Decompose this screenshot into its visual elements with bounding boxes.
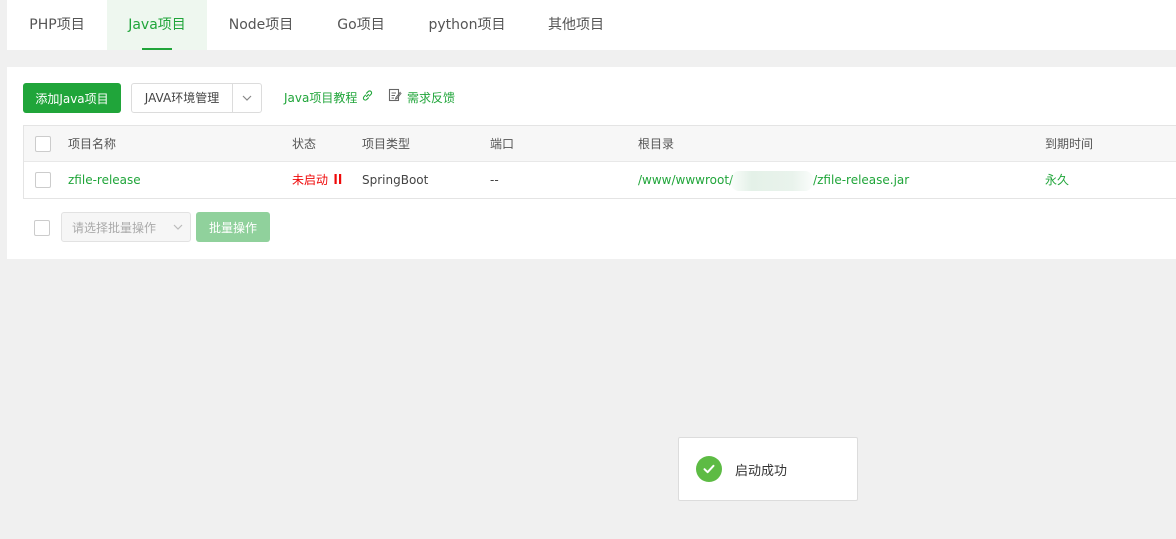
pause-icon: [334, 162, 342, 198]
select-all-checkbox[interactable]: [35, 136, 51, 152]
tab-php[interactable]: PHP项目: [7, 0, 107, 50]
tab-python[interactable]: python项目: [407, 0, 527, 50]
col-name-header: 项目名称: [68, 137, 117, 151]
col-status-header: 状态: [292, 137, 317, 151]
toast-message: 启动成功: [735, 463, 788, 479]
project-name-link[interactable]: zfile-release: [68, 162, 141, 198]
redacted-segment: [731, 170, 814, 191]
project-type-value: SpringBoot: [362, 173, 429, 187]
project-type-tabs: PHP项目 Java项目 Node项目 Go项目 python项目 其他项目: [7, 0, 1176, 50]
root-path-prefix: /www/wwwroot/: [638, 173, 734, 187]
java-project-panel: 添加Java项目 JAVA环境管理 Java项目教程 需求反馈 项目名称 状态 …: [7, 67, 1176, 259]
add-java-project-button[interactable]: 添加Java项目: [23, 83, 121, 113]
java-tutorial-link[interactable]: Java项目教程: [284, 83, 374, 113]
link-icon: [361, 83, 374, 113]
tab-node[interactable]: Node项目: [207, 0, 315, 50]
root-path-link[interactable]: /www/wwwroot/ /zfile-release.jar: [638, 162, 909, 198]
table-row: zfile-release 未启动 SpringBoot -- /www/www…: [24, 162, 1176, 198]
expire-value[interactable]: 永久: [1045, 162, 1069, 198]
port-value: --: [490, 173, 499, 187]
status-text: 未启动: [292, 173, 329, 187]
tab-other[interactable]: 其他项目: [527, 0, 625, 50]
edit-note-icon: [388, 83, 402, 113]
batch-select-placeholder: 请选择批量操作: [72, 220, 157, 235]
col-root-header: 根目录: [638, 137, 675, 151]
col-port-header: 端口: [490, 137, 515, 151]
chevron-down-icon: [172, 221, 184, 236]
project-table: 项目名称 状态 项目类型 端口 根目录 到期时间 zfile-release 未…: [23, 125, 1176, 199]
chevron-down-icon[interactable]: [233, 84, 261, 112]
tab-java[interactable]: Java项目: [107, 0, 207, 50]
feedback-label: 需求反馈: [407, 91, 456, 105]
java-tutorial-label: Java项目教程: [284, 91, 358, 105]
java-env-manage-label: JAVA环境管理: [132, 84, 233, 112]
feedback-link[interactable]: 需求反馈: [388, 83, 455, 113]
java-env-manage-dropdown[interactable]: JAVA环境管理: [131, 83, 262, 113]
status-stopped[interactable]: 未启动: [292, 162, 342, 198]
batch-operation-button[interactable]: 批量操作: [196, 212, 270, 242]
col-expire-header: 到期时间: [1045, 137, 1094, 151]
success-toast: 启动成功: [678, 437, 858, 501]
root-path-suffix: /zfile-release.jar: [813, 173, 910, 187]
table-header: 项目名称 状态 项目类型 端口 根目录 到期时间: [24, 126, 1176, 162]
batch-operation-select[interactable]: 请选择批量操作: [61, 212, 191, 242]
check-circle-icon: [696, 456, 722, 482]
batch-select-checkbox[interactable]: [34, 220, 50, 236]
tab-go[interactable]: Go项目: [315, 0, 407, 50]
col-type-header: 项目类型: [362, 137, 411, 151]
row-checkbox[interactable]: [35, 172, 51, 188]
